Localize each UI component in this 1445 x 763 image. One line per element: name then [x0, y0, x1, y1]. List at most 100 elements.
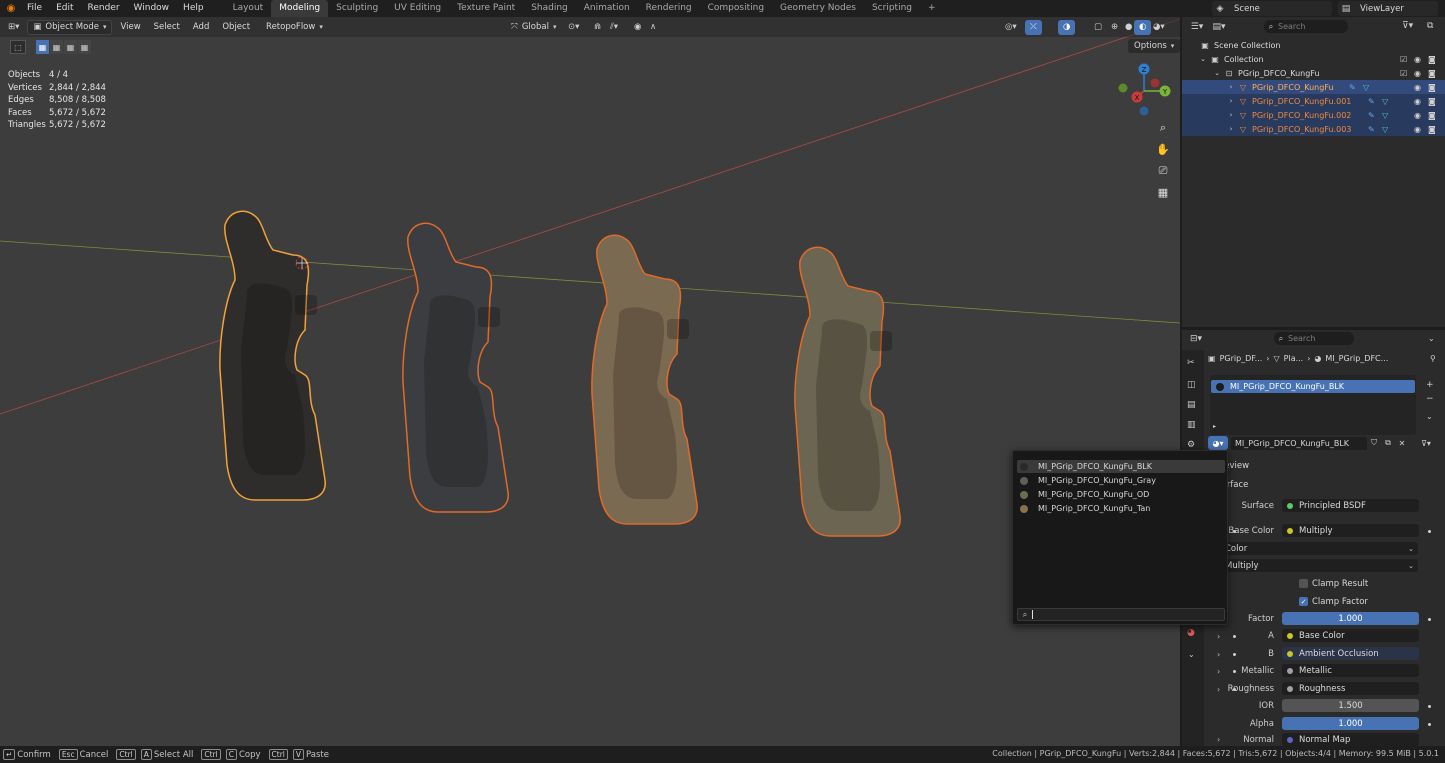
blend-mode-dropdown[interactable]: Multiply ⌄ [1222, 559, 1418, 572]
ior-slider[interactable]: 1.500 [1282, 699, 1419, 712]
menu-help[interactable]: Help [176, 0, 211, 17]
factor-slider[interactable]: 1.000 [1282, 612, 1419, 625]
pivot-point-button[interactable]: ⊙▾ [563, 20, 584, 35]
grip-object-1[interactable] [402, 222, 509, 513]
falloff-button[interactable]: ∧ [645, 20, 661, 35]
zoom-icon[interactable]: ⌕ [1154, 119, 1172, 137]
eye-icon[interactable]: ◉ [1414, 83, 1421, 92]
menu-edit[interactable]: Edit [49, 0, 80, 17]
duplicate-icon[interactable]: ⧉ [1381, 438, 1395, 448]
eye-icon[interactable]: ◉ [1414, 69, 1421, 78]
fake-user-shield-icon[interactable]: ⛉ [1367, 438, 1381, 448]
chevron-right-icon[interactable]: › [1217, 667, 1220, 676]
display-mode-icon[interactable]: ▤▾ [1208, 22, 1230, 32]
add-slot-icon[interactable]: + [1426, 380, 1434, 390]
material-tab-icon[interactable]: ◕ [1187, 628, 1195, 638]
metallic-link-field[interactable]: Metallic [1282, 664, 1419, 677]
retopoflow-menu[interactable]: RetopoFlow ▾ [261, 20, 328, 35]
clamp-result-checkbox[interactable]: Clamp Result [1299, 577, 1368, 590]
tab-sculpting[interactable]: Sculpting [328, 0, 386, 17]
blender-logo-icon[interactable]: ◉ [2, 0, 20, 17]
grip-object-2[interactable] [591, 234, 698, 525]
keyframe-dot-icon[interactable] [1428, 530, 1431, 533]
gizmo-toggle-button[interactable]: ⤫ [1025, 19, 1042, 35]
keyframe-dot-icon[interactable] [1428, 618, 1431, 621]
eye-icon[interactable]: ◉ [1414, 111, 1421, 120]
tab-geometry-nodes[interactable]: Geometry Nodes [772, 0, 864, 17]
snap-target-button[interactable]: ⫽▾ [605, 20, 623, 35]
view-layer-tab-icon[interactable]: ▥ [1187, 420, 1196, 430]
outliner-scene-collection[interactable]: ▣ Scene Collection [1182, 38, 1445, 52]
remove-slot-icon[interactable]: − [1426, 394, 1434, 404]
pin-icon[interactable]: ⚲ [1430, 354, 1436, 363]
color-type-dropdown[interactable]: Color ⌄ [1222, 542, 1418, 555]
alpha-slider[interactable]: 1.000 [1282, 717, 1419, 730]
tab-texture-paint[interactable]: Texture Paint [449, 0, 523, 17]
chevron-right-icon[interactable]: › [1217, 685, 1220, 694]
material-name-field[interactable]: MI_PGrip_DFCO_KungFu_BLK [1231, 436, 1367, 450]
camera-icon[interactable]: ◙ [1428, 83, 1436, 92]
xray-button[interactable]: ▢ [1089, 20, 1107, 35]
outliner-item-3[interactable]: › ▽ PGrip_DFCO_KungFu.003 ✎ ▽ ◉ ◙ [1182, 122, 1445, 136]
chevron-right-icon[interactable]: › [1217, 735, 1220, 744]
menu-window[interactable]: Window [127, 0, 177, 17]
camera-icon[interactable]: ◙ [1428, 125, 1436, 134]
options-button[interactable]: Options ▾ [1128, 39, 1180, 53]
scene-tab-icon[interactable]: ⚙ [1187, 440, 1195, 450]
menu-view[interactable]: View [115, 20, 145, 35]
camera-icon[interactable]: ◙ [1428, 97, 1436, 106]
menu-object[interactable]: Object [217, 20, 255, 35]
add-workspace-button[interactable]: + [920, 0, 944, 17]
eye-icon[interactable]: ◉ [1414, 125, 1421, 134]
tab-shading[interactable]: Shading [523, 0, 576, 17]
material-option-gray[interactable]: MI_PGrip_DFCO_KungFu_Gray [1017, 474, 1225, 487]
unlink-x-icon[interactable]: ✕ [1395, 439, 1409, 448]
menu-file[interactable]: File [20, 0, 49, 17]
scene-selector[interactable]: ◈ Scene [1212, 1, 1332, 16]
base-color-link-field[interactable]: Multiply [1282, 524, 1419, 537]
outliner-item-0[interactable]: › ▽ PGrip_DFCO_KungFu ✎ ▽ ◉ ◙ [1182, 80, 1445, 94]
grip-object-3[interactable] [794, 246, 901, 537]
properties-editor-icon[interactable]: ⊟▾ [1185, 334, 1207, 344]
checkbox-icon[interactable]: ☑ [1400, 55, 1407, 64]
chevron-right-icon[interactable]: › [1217, 632, 1220, 641]
surface-shader-field[interactable]: Principled BSDF [1282, 499, 1419, 512]
tab-compositing[interactable]: Compositing [700, 0, 772, 17]
camera-icon[interactable]: ◙ [1428, 69, 1436, 78]
3d-viewport[interactable]: ⊞▾ ▣ Object Mode ▾ View Select Add Objec… [0, 17, 1180, 746]
view-layer-selector[interactable]: ▤ ViewLayer [1338, 1, 1438, 16]
select-extend-icon[interactable]: ▦ [50, 40, 63, 54]
surface-section-header[interactable]: Surface [1204, 477, 1445, 492]
keyframe-dot-icon[interactable] [1428, 705, 1431, 708]
filter-icon[interactable]: ⊽▾ [1415, 439, 1437, 448]
clamp-factor-checkbox[interactable]: ✓ Clamp Factor [1299, 595, 1368, 608]
select-subtract-icon[interactable]: ▦ [64, 40, 77, 54]
editor-type-button[interactable]: ⊞▾ [3, 20, 24, 35]
perspective-grid-icon[interactable]: ▦ [1154, 183, 1172, 201]
tab-rendering[interactable]: Rendering [638, 0, 700, 17]
keyframe-dot-icon[interactable] [1428, 723, 1431, 726]
outliner-search-input[interactable]: ⌕ Search [1264, 20, 1348, 33]
popup-search-input[interactable]: ⌕ [1017, 608, 1225, 621]
snap-button[interactable]: ⋒ [589, 20, 606, 35]
outliner-item-2[interactable]: › ▽ PGrip_DFCO_KungFu.002 ✎ ▽ ◉ ◙ [1182, 108, 1445, 122]
camera-icon[interactable]: ◙ [1428, 111, 1436, 120]
properties-search-input[interactable]: ⌕ Search [1274, 332, 1354, 345]
tool-tab-icon[interactable]: ✂ [1187, 358, 1195, 368]
checkbox-icon[interactable]: ☑ [1400, 69, 1407, 78]
tab-scripting[interactable]: Scripting [864, 0, 920, 17]
outliner-parent-object[interactable]: ⌄ ⊡ PGrip_DFCO_KungFu ☑ ◉ ◙ [1182, 66, 1445, 80]
shading-rendered-button[interactable]: ◕▾ [1148, 20, 1170, 35]
menu-render[interactable]: Render [81, 0, 127, 17]
chevron-right-icon[interactable]: › [1217, 650, 1220, 659]
tab-layout[interactable]: Layout [225, 0, 272, 17]
a-link-field[interactable]: Base Color [1282, 629, 1419, 642]
normal-link-field[interactable]: Normal Map [1282, 733, 1419, 746]
select-tool-icon[interactable]: ⬚ [10, 40, 26, 54]
material-option-blk[interactable]: MI_PGrip_DFCO_KungFu_BLK [1017, 460, 1225, 473]
output-tab-icon[interactable]: ▤ [1187, 400, 1196, 410]
navigation-gizmo[interactable]: Z Y X [1112, 59, 1176, 121]
material-slot-list[interactable]: MI_PGrip_DFCO_KungFu_BLK ▸ [1210, 375, 1416, 435]
outliner-collection[interactable]: ⌄ ▣ Collection ☑ ◉ ◙ [1182, 52, 1445, 66]
material-option-tan[interactable]: MI_PGrip_DFCO_KungFu_Tan [1017, 502, 1225, 515]
